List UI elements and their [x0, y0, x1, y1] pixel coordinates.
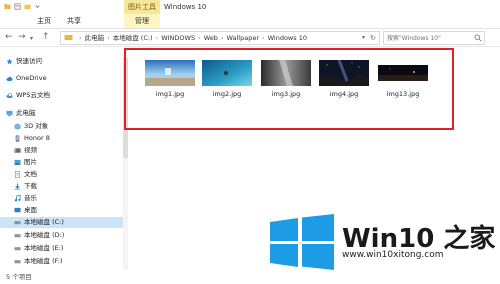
breadcrumb-item[interactable]: Web — [204, 32, 218, 44]
sidebar-item-desktop[interactable]: 桌面 — [14, 205, 37, 216]
cube-icon — [14, 122, 21, 130]
sidebar-item-onedrive[interactable]: OneDrive — [6, 73, 47, 84]
folder-icon[interactable] — [4, 3, 11, 10]
cloud-doc-icon — [6, 92, 13, 98]
window-title: Windows 10 — [164, 3, 207, 11]
sidebar-item-label: 文档 — [24, 170, 37, 178]
navigation-pane: 快速访问 OneDrive WPS云文档 此电脑 3D 对象 Honor 8 视… — [0, 48, 128, 270]
breadcrumb-item[interactable]: 本地磁盘 (C:) — [113, 32, 153, 44]
chevron-down-icon[interactable]: ▾ — [362, 32, 365, 44]
sidebar-item-label: 3D 对象 — [24, 122, 49, 130]
forward-arrow-icon[interactable]: → — [18, 32, 26, 42]
sidebar-item-downloads[interactable]: 下载 — [14, 181, 37, 192]
music-icon — [14, 194, 21, 201]
sidebar-item-wps-cloud[interactable]: WPS云文档 — [6, 90, 50, 101]
breadcrumb-item[interactable]: Wallpaper — [226, 32, 259, 44]
drive-icon — [14, 220, 21, 224]
windows-logo-icon — [270, 214, 334, 270]
properties-icon[interactable] — [14, 3, 21, 10]
computer-icon — [6, 110, 13, 116]
sidebar-item-label: 下载 — [24, 182, 37, 190]
sidebar-item-drive-e[interactable]: 本地磁盘 (E:) — [14, 243, 63, 254]
tab-manage[interactable]: 管理 — [124, 14, 160, 28]
sidebar-item-quick-access[interactable]: 快速访问 — [6, 56, 42, 67]
sidebar-item-label: 快速访问 — [16, 57, 42, 65]
sidebar-item-3d-objects[interactable]: 3D 对象 — [14, 121, 48, 132]
breadcrumb-separator: › — [220, 34, 224, 42]
chevron-down-icon[interactable] — [34, 3, 41, 10]
picture-tools-header: 图片工具 — [124, 0, 160, 14]
search-input[interactable] — [384, 32, 474, 44]
breadcrumb-separator: › — [262, 34, 265, 42]
breadcrumb-item[interactable]: Windows 10 — [268, 32, 307, 44]
sidebar-item-honor8[interactable]: Honor 8 — [14, 133, 50, 144]
download-icon — [14, 182, 21, 189]
new-folder-icon[interactable] — [24, 3, 31, 10]
search-icon[interactable] — [474, 34, 482, 42]
document-icon — [15, 170, 20, 178]
sidebar-item-label: 图片 — [24, 158, 37, 166]
breadcrumb-separator: › — [198, 34, 201, 42]
title-bar: 图片工具 Windows 10 — [0, 0, 500, 14]
sidebar-item-label: 本地磁盘 (D:) — [24, 231, 65, 239]
folder-icon — [64, 35, 73, 40]
sidebar-item-label: WPS云文档 — [16, 91, 50, 99]
sidebar-item-drive-f[interactable]: 本地磁盘 (F:) — [14, 256, 63, 267]
drive-icon — [14, 246, 21, 250]
picture-icon — [14, 159, 21, 165]
tab-share[interactable]: 共享 — [62, 14, 86, 28]
sidebar-item-label: 桌面 — [24, 206, 37, 214]
sidebar-item-label: 本地磁盘 (C:) — [24, 218, 64, 226]
search-box[interactable] — [383, 31, 485, 45]
sidebar-item-label: OneDrive — [16, 74, 47, 82]
breadcrumb-item[interactable]: WINDOWS — [161, 32, 195, 44]
back-arrow-icon[interactable]: ← — [5, 32, 13, 42]
sidebar-item-label: 视频 — [24, 146, 37, 154]
breadcrumb-separator: › — [79, 34, 82, 42]
up-arrow-icon[interactable]: ↑ — [42, 32, 50, 42]
drive-icon — [14, 233, 21, 237]
recent-locations-icon[interactable]: ▾ — [30, 34, 33, 44]
breadcrumb-item[interactable]: 此电脑 — [85, 32, 105, 44]
drive-icon — [14, 259, 21, 263]
sidebar-item-videos[interactable]: 视频 — [14, 145, 37, 156]
quick-access-toolbar — [4, 3, 41, 10]
watermark-url: www.win10xitong.com — [342, 250, 444, 260]
video-icon — [14, 147, 21, 153]
sidebar-item-pictures[interactable]: 图片 — [14, 157, 37, 168]
sidebar-item-drive-d[interactable]: 本地磁盘 (D:) — [14, 230, 64, 241]
cloud-icon — [6, 76, 13, 81]
sidebar-item-this-pc[interactable]: 此电脑 — [6, 108, 36, 119]
breadcrumb: › 此电脑 › 本地磁盘 (C:) › WINDOWS › Web › Wall… — [64, 32, 307, 44]
highlight-box — [124, 48, 454, 130]
breadcrumb-separator: › — [107, 34, 110, 42]
ribbon-tabs: 文件 主页 共享 管理 — [0, 14, 500, 88]
sidebar-item-label: 本地磁盘 (E:) — [24, 244, 64, 252]
sidebar-item-label: 此电脑 — [16, 109, 36, 117]
item-count: 5 个项目 — [6, 273, 32, 281]
sidebar-item-label: Honor 8 — [24, 134, 50, 142]
sidebar-item-label: 音乐 — [24, 194, 37, 202]
status-bar: 5 个项目 — [0, 270, 500, 284]
star-icon — [6, 57, 13, 64]
sidebar-item-label: 本地磁盘 (F:) — [24, 257, 63, 265]
phone-icon — [15, 134, 20, 142]
address-bar[interactable]: › 此电脑 › 本地磁盘 (C:) › WINDOWS › Web › Wall… — [60, 31, 380, 45]
desktop-icon — [14, 207, 21, 212]
tab-home[interactable]: 主页 — [32, 14, 56, 28]
sidebar-item-music[interactable]: 音乐 — [14, 193, 37, 204]
breadcrumb-separator: › — [155, 34, 159, 42]
site-watermark: Win10 之家 www.win10xitong.com — [266, 210, 496, 272]
sidebar-item-documents[interactable]: 文档 — [14, 169, 37, 180]
refresh-icon[interactable]: ↻ — [370, 32, 376, 44]
sidebar-item-drive-c[interactable]: 本地磁盘 (C:) — [0, 217, 123, 228]
navigation-bar: ← → ▾ ↑ › 此电脑 › 本地磁盘 (C:) › WINDOWS › We… — [0, 29, 500, 47]
